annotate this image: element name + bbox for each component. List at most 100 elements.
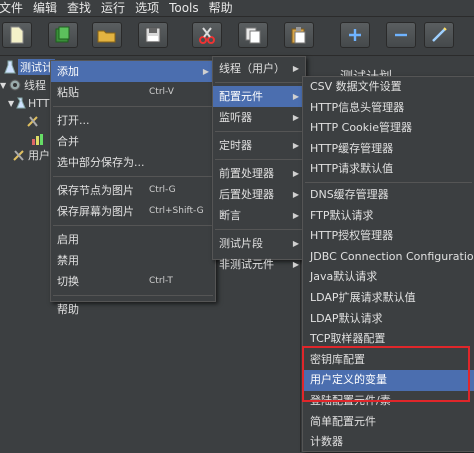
menu-tools[interactable]: Tools — [164, 0, 204, 16]
menu-item-label: 保存节点为图片 — [57, 184, 134, 197]
menu-item-label: DNS缓存管理器 — [310, 187, 389, 201]
menu-item-http-cache-manager[interactable]: HTTP缓存管理器 — [303, 139, 474, 160]
menu-item-non-test-elements[interactable]: 非测试元件 ▶ — [213, 254, 305, 275]
menu-item-post-processor[interactable]: 后置处理器 ▶ — [213, 184, 305, 205]
menu-item-merge[interactable]: 合并 — [51, 131, 215, 152]
menu-item-label: 断言 — [219, 209, 241, 222]
menu-item-simple-config[interactable]: 简单配置元件 — [303, 412, 474, 433]
menu-item-save-screen-image[interactable]: 保存屏幕为图片 Ctrl+Shift-G — [51, 201, 215, 222]
menu-help[interactable]: 帮助 — [204, 0, 238, 16]
menu-item-http-auth-manager[interactable]: HTTP授权管理器 — [303, 226, 474, 247]
tools-icon — [13, 150, 24, 161]
menu-file[interactable]: 文件 — [0, 0, 28, 16]
menu-separator — [53, 225, 213, 226]
menu-item-pre-processor[interactable]: 前置处理器 ▶ — [213, 163, 305, 184]
submenu-arrow-icon: ▶ — [292, 239, 299, 248]
menu-item-label: 登陆配置元件/素 — [310, 393, 391, 407]
menu-item-add[interactable]: 添加 ▶ — [51, 61, 215, 82]
menu-item-label: HTTP Cookie管理器 — [310, 121, 412, 135]
shortcut-label: Ctrl+Shift-G — [149, 206, 204, 216]
add-submenu: 线程（用户） ▶ 配置元件 ▶ 监听器 ▶ 定时器 ▶ 前置处理器 ▶ 后置处理器 ▶ 断言… — [212, 56, 306, 271]
paste-button[interactable] — [284, 22, 314, 48]
menu-item-label: 计数器 — [310, 435, 343, 449]
expand-button[interactable] — [340, 22, 370, 48]
templates-icon — [55, 26, 70, 43]
menu-item-label: 定时器 — [219, 139, 252, 152]
copy-icon — [245, 27, 261, 44]
collapse-toggle-icon[interactable]: ▼ — [8, 99, 16, 108]
menu-item-label: 用户定义的变量 — [310, 373, 387, 387]
menu-item-label: 线程（用户） — [219, 62, 285, 75]
menu-item-enable[interactable]: 启用 — [51, 229, 215, 250]
menu-item-ldap-request-defaults[interactable]: LDAP默认请求 — [303, 309, 474, 330]
menu-run[interactable]: 运行 — [96, 0, 130, 16]
menu-separator — [215, 159, 303, 160]
menu-item-ldap-extended-defaults[interactable]: LDAP扩展请求默认值 — [303, 288, 474, 309]
menu-item-save-selection[interactable]: 选中部分保存为... — [51, 152, 215, 173]
paste-icon — [291, 27, 306, 44]
submenu-arrow-icon: ▶ — [292, 211, 299, 220]
menu-item-toggle[interactable]: 切换 Ctrl-T — [51, 271, 215, 292]
submenu-arrow-icon: ▶ — [292, 113, 299, 122]
tree-label: 用户 — [28, 149, 50, 162]
menu-search[interactable]: 查找 — [62, 0, 96, 16]
tree-node-child-1[interactable] — [26, 112, 40, 130]
menu-item-listener[interactable]: 监听器 ▶ — [213, 107, 305, 128]
tools-icon — [27, 116, 38, 127]
menu-item-label: 选中部分保存为... — [57, 156, 145, 169]
menu-item-disable[interactable]: 禁用 — [51, 250, 215, 271]
menu-item-http-header-manager[interactable]: HTTP信息头管理器 — [303, 98, 474, 119]
menu-item-user-defined-variables[interactable]: 用户定义的变量 — [303, 370, 474, 391]
templates-button[interactable] — [48, 22, 78, 48]
menu-item-label: 保存屏幕为图片 — [57, 205, 134, 218]
tree-node-thread-group[interactable]: ▼ 线程 — [0, 76, 46, 94]
menu-item-label: JDBC Connection Configuration — [310, 249, 474, 263]
menu-item-assertion[interactable]: 断言 ▶ — [213, 205, 305, 226]
minus-icon — [395, 33, 407, 37]
menu-edit[interactable]: 编辑 — [28, 0, 62, 16]
menu-item-label: 添加 — [57, 65, 79, 78]
submenu-arrow-icon: ▶ — [292, 64, 299, 73]
menu-item-help[interactable]: 帮助 — [51, 299, 215, 320]
menu-item-save-node-image[interactable]: 保存节点为图片 Ctrl-G — [51, 180, 215, 201]
menu-options[interactable]: 选项 — [130, 0, 164, 16]
menu-item-http-cookie-manager[interactable]: HTTP Cookie管理器 — [303, 118, 474, 139]
tree-node-test-plan[interactable]: 测试计 — [4, 58, 55, 76]
menu-item-paste[interactable]: 粘贴 Ctrl-V — [51, 82, 215, 103]
save-button[interactable] — [138, 22, 168, 48]
menu-item-threads[interactable]: 线程（用户） ▶ — [213, 58, 305, 79]
menu-item-java-request-defaults[interactable]: Java默认请求 — [303, 267, 474, 288]
menu-item-timer[interactable]: 定时器 ▶ — [213, 135, 305, 156]
menu-item-csv-data-set[interactable]: CSV 数据文件设置 — [303, 77, 474, 98]
menu-item-config-element[interactable]: 配置元件 ▶ — [213, 86, 305, 107]
cut-button[interactable] — [192, 22, 222, 48]
copy-button[interactable] — [238, 22, 268, 48]
menu-item-jdbc-connection[interactable]: JDBC Connection Configuration — [303, 247, 474, 268]
menu-item-label: 非测试元件 — [219, 258, 274, 271]
collapse-toggle-icon[interactable]: ▼ — [0, 81, 8, 90]
menu-separator — [305, 181, 472, 183]
menu-item-keystore-config[interactable]: 密钥库配置 — [303, 350, 474, 371]
tree-node-user[interactable]: 用户 — [12, 146, 50, 164]
menu-item-test-fragment[interactable]: 测试片段 ▶ — [213, 233, 305, 254]
menu-item-http-request-defaults[interactable]: HTTP请求默认值 — [303, 159, 474, 180]
menu-item-open[interactable]: 打开... — [51, 110, 215, 131]
menu-item-ftp-request-defaults[interactable]: FTP默认请求 — [303, 206, 474, 227]
toggle-button[interactable] — [424, 22, 454, 48]
menu-item-label: 简单配置元件 — [310, 414, 376, 428]
menu-item-tcp-sampler-config[interactable]: TCP取样器配置 — [303, 329, 474, 350]
tree-node-http[interactable]: ▼ HTT — [8, 94, 50, 112]
menu-item-label: HTTP缓存管理器 — [310, 141, 394, 155]
open-folder-icon — [97, 30, 116, 43]
menu-item-counter[interactable]: 计数器 — [303, 432, 474, 453]
submenu-arrow-icon: ▶ — [292, 260, 299, 269]
open-button[interactable] — [92, 22, 122, 48]
menu-item-login-config[interactable]: 登陆配置元件/素 — [303, 391, 474, 412]
new-file-icon — [10, 26, 24, 44]
context-menu: 添加 ▶ 粘贴 Ctrl-V 打开... 合并 选中部分保存为... 保存节点为图片… — [50, 60, 216, 316]
menu-item-dns-cache-manager[interactable]: DNS缓存管理器 — [303, 185, 474, 206]
new-button[interactable] — [2, 22, 32, 48]
menu-bar: 文件 编辑 查找 运行 选项 Tools 帮助 — [0, 0, 474, 17]
collapse-button[interactable] — [386, 22, 416, 48]
menu-item-label: HTTP请求默认值 — [310, 162, 394, 176]
